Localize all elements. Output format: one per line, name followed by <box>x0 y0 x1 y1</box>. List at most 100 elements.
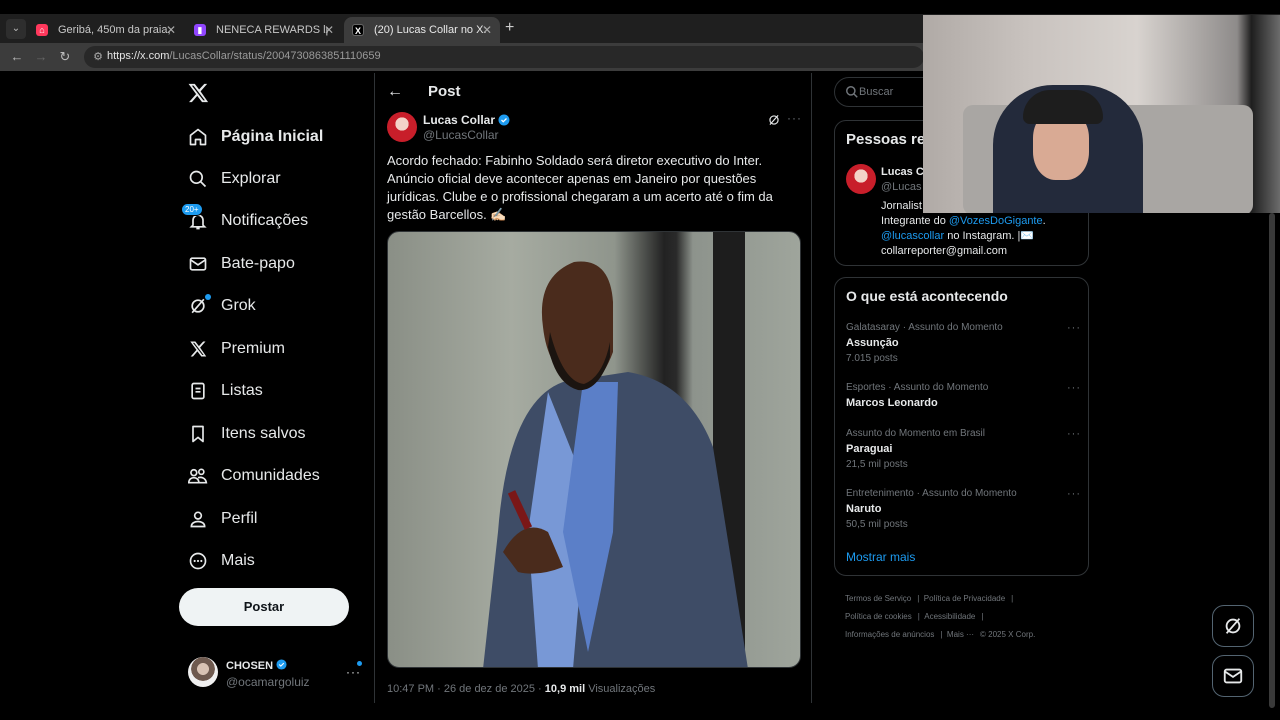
tab-search-button[interactable]: ⌄ <box>6 19 26 39</box>
more-icon[interactable]: ··· <box>346 665 361 679</box>
trend-item[interactable]: Entretenimento · Assunto do Momento Naru… <box>846 488 1081 530</box>
account-handle: @ocamargoluiz <box>226 675 310 689</box>
nav-label: Mais <box>221 552 255 569</box>
x-logo-icon[interactable] <box>187 82 209 104</box>
cookies-link[interactable]: Política de cookies <box>845 612 912 621</box>
close-icon[interactable]: ✕ <box>166 17 176 43</box>
close-icon[interactable]: ✕ <box>482 17 492 43</box>
search-icon <box>186 167 210 191</box>
trend-item[interactable]: Galatasaray · Assunto do Momento Assunçã… <box>846 322 1081 364</box>
author-handle[interactable]: @LucasCollar <box>423 128 499 142</box>
trend-category: Esportes · Assunto do Momento <box>846 382 989 393</box>
grok-icon[interactable] <box>767 113 781 127</box>
trend-count: 50,5 mil posts <box>846 519 908 530</box>
back-arrow-icon[interactable]: ← <box>7 47 27 67</box>
trend-name: Paraguai <box>846 443 893 455</box>
trend-name: Assunção <box>846 337 899 349</box>
author-avatar[interactable] <box>387 112 417 142</box>
bio-line: collarreporter@gmail.com <box>881 245 1008 257</box>
scrollbar-thumb[interactable] <box>1269 213 1275 708</box>
nav-item-profile[interactable]: Perfil <box>186 499 257 539</box>
trend-name: Naruto <box>846 503 882 515</box>
views-label: Visualizações <box>588 683 656 695</box>
nav-item-explore[interactable]: Explorar <box>186 159 281 199</box>
nav-item-home[interactable]: Página Inicial <box>186 117 323 157</box>
grok-dot <box>205 294 211 300</box>
show-more-link[interactable]: Mostrar mais <box>846 550 915 564</box>
twitch-icon: ▮ <box>194 24 206 36</box>
terms-link[interactable]: Termos de Serviço <box>845 594 911 603</box>
nav-label: Comunidades <box>221 467 320 484</box>
status-dot <box>357 661 362 666</box>
page-scrollbar[interactable] <box>1268 213 1276 708</box>
author-name[interactable]: Lucas Collar <box>423 113 510 127</box>
privacy-link[interactable]: Política de Privacidade <box>924 594 1005 603</box>
grok-icon <box>1225 618 1241 634</box>
mention-link[interactable]: @lucascollar <box>881 230 944 242</box>
browser-tab-x[interactable]: X (20) Lucas Collar no X: "Acordo ✕ <box>344 17 500 43</box>
left-navigation: Página Inicial Explorar 20+ Notificações… <box>0 73 374 720</box>
more-icon[interactable]: ··· <box>1067 428 1081 440</box>
ads-info-link[interactable]: Informações de anúncios <box>845 630 934 639</box>
nav-item-more[interactable]: Mais <box>186 541 255 581</box>
post-meta: 10:47 PM · 26 de dez de 2025 · 10,9 mil … <box>387 683 655 695</box>
url-text: https://x.com/LucasCollar/status/2004730… <box>107 50 381 62</box>
nav-item-grok[interactable]: Grok <box>186 286 256 326</box>
more-link[interactable]: Mais ··· <box>947 630 974 639</box>
more-icon[interactable]: ··· <box>787 111 802 125</box>
messages-fab-button[interactable] <box>1212 655 1254 697</box>
browser-tab-twitch[interactable]: ▮ NENECA REWARDS lpix lrewards ✕ <box>186 17 342 43</box>
nav-item-premium[interactable]: Premium <box>186 329 285 369</box>
bio-text: Integrante do <box>881 215 949 227</box>
mail-icon <box>1223 668 1243 684</box>
views-count: 10,9 mil <box>544 683 586 695</box>
person-handle[interactable]: @Lucas <box>881 181 922 193</box>
close-icon[interactable]: ✕ <box>324 17 334 43</box>
search-placeholder: Buscar <box>859 86 894 98</box>
more-icon[interactable]: ··· <box>1067 488 1081 500</box>
forward-arrow-icon[interactable]: → <box>31 47 51 67</box>
new-tab-button[interactable]: + <box>505 19 514 37</box>
bookmark-icon <box>186 422 210 446</box>
x-logo-icon <box>186 337 210 361</box>
nav-item-chat[interactable]: Bate-papo <box>186 244 295 284</box>
reload-icon[interactable]: ↻ <box>55 47 75 67</box>
webcam-overlay <box>923 15 1280 213</box>
nav-item-notifications[interactable]: 20+ Notificações <box>181 201 308 241</box>
browser-tab-airbnb[interactable]: ⌂ Geribá, 450m da praia, 5 suítes ✕ <box>28 17 184 43</box>
nav-label: Explorar <box>221 170 281 187</box>
person-name[interactable]: Lucas C <box>881 166 924 178</box>
more-icon[interactable]: ··· <box>1067 322 1081 334</box>
trend-item[interactable]: Esportes · Assunto do Momento Marcos Leo… <box>846 382 1081 409</box>
footer-row: Informações de anúncios | Mais ··· © 2025 … <box>845 630 1036 639</box>
trend-count: 21,5 mil posts <box>846 459 908 470</box>
accessibility-link[interactable]: Acessibilidade <box>924 612 975 621</box>
post-image[interactable] <box>387 231 801 668</box>
copyright: © 2025 X Corp. <box>980 630 1036 639</box>
mention-link[interactable]: @VozesDoGigante <box>949 215 1043 227</box>
back-arrow-icon[interactable]: ← <box>387 83 403 101</box>
trend-name: Marcos Leonardo <box>846 397 938 409</box>
more-icon[interactable]: ··· <box>1067 382 1081 394</box>
site-settings-icon[interactable]: ⚙ <box>90 49 106 65</box>
post-timestamp[interactable]: 10:47 PM · 26 de dez de 2025 · <box>387 683 542 695</box>
tab-title: NENECA REWARDS lpix lrewards <box>216 24 328 36</box>
tab-title: (20) Lucas Collar no X: "Acordo <box>374 24 486 36</box>
card-title: O que está acontecendo <box>846 288 1008 304</box>
person-icon <box>186 507 210 531</box>
account-switcher[interactable]: CHOSEN @ocamargoluiz ··· <box>186 653 366 693</box>
trend-item[interactable]: Assunto do Momento em Brasil Paraguai 21… <box>846 428 1081 470</box>
post-text: Acordo fechado: Fabinho Soldado será dir… <box>387 153 773 222</box>
address-bar[interactable]: ⚙ https://x.com/LucasCollar/status/20047… <box>84 46 924 68</box>
post-button[interactable]: Postar <box>179 588 349 626</box>
nav-item-communities[interactable]: Comunidades <box>186 456 320 496</box>
account-name: CHOSEN <box>226 659 287 672</box>
grok-fab-button[interactable] <box>1212 605 1254 647</box>
mail-icon <box>186 252 210 276</box>
avatar[interactable] <box>846 164 876 194</box>
nav-item-bookmarks[interactable]: Itens salvos <box>186 414 305 454</box>
nav-item-lists[interactable]: Listas <box>186 371 263 411</box>
account-name-text: CHOSEN <box>226 660 274 672</box>
post-column: ← Post Lucas Collar @LucasCollar ··· Aco… <box>374 73 812 703</box>
bio-text: . <box>1042 215 1046 227</box>
